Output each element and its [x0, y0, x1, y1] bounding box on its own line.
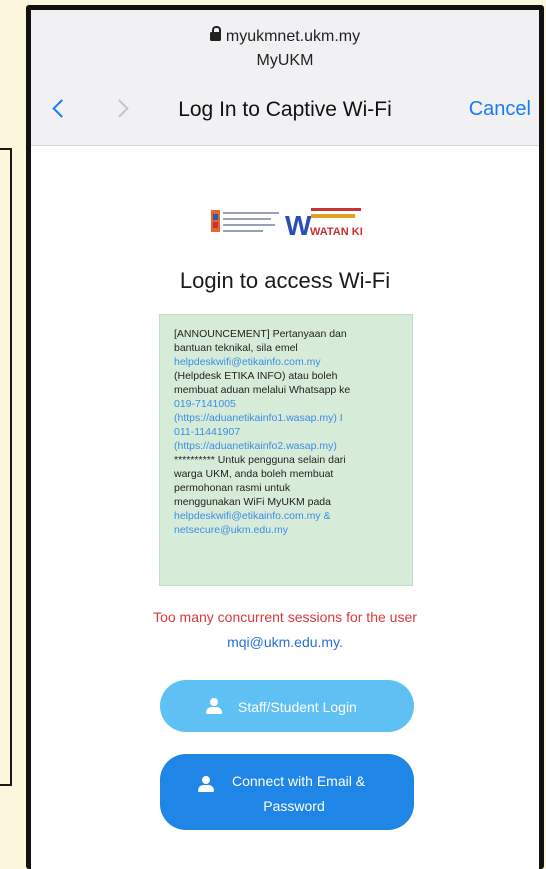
announcement-line: (Helpdesk ETIKA INFO) atau boleh	[174, 370, 338, 382]
nav-bar: Log In to Captive Wi-Fi Cancel	[31, 94, 539, 130]
announcement-line: [ANNOUNCEMENT] Pertanyaan dan	[174, 328, 347, 340]
ukm-logo	[211, 210, 279, 232]
svg-text:W: W	[285, 210, 312, 240]
user-icon	[206, 698, 222, 714]
announcement-line: ********** Untuk pengguna selain dari	[174, 454, 346, 466]
lock-icon	[209, 26, 221, 41]
whatsapp-url-link-2[interactable]: (https://aduanetikainfo2.wasap.my)	[174, 439, 402, 453]
whatsapp-url-link-1[interactable]: (https://aduanetikainfo1.wasap.my) I	[174, 411, 402, 425]
announcement-line: membuat aduan melalui Whatsapp ke	[174, 384, 351, 396]
staff-login-label: Staff/Student Login	[238, 699, 357, 715]
whatsapp-number-link-2[interactable]: 011-11441907	[174, 425, 402, 439]
error-message: Too many concurrent sessions for the use…	[153, 609, 417, 625]
staff-student-login-button[interactable]: Staff/Student Login	[160, 680, 414, 732]
helpdesk-email-link-2[interactable]: helpdeskwifi@etikainfo.com.my &	[174, 509, 402, 523]
page-title: Log In to Captive Wi-Fi	[178, 98, 392, 121]
background-frame	[0, 148, 12, 786]
phone-frame: myukmnet.ukm.my MyUKM Log In to Captive …	[26, 5, 544, 869]
watan-kita-logo: W WATAN KITA	[285, 208, 363, 240]
url-text: myukmnet.ukm.my	[225, 28, 361, 45]
netsecure-email-link[interactable]: netsecure@ukm.edu.my	[174, 523, 402, 537]
helpdesk-email-link[interactable]: helpdeskwifi@etikainfo.com.my	[174, 355, 402, 369]
browser-header: myukmnet.ukm.my MyUKM Log In to Captive …	[31, 10, 539, 146]
screen: myukmnet.ukm.my MyUKM Log In to Captive …	[31, 10, 539, 869]
captive-portal-content: W WATAN KITA Login to access Wi-Fi [ANNO…	[31, 146, 539, 869]
announcement-line: permohonan rasmi untuk	[174, 482, 291, 494]
user-icon	[198, 776, 214, 792]
svg-text:WATAN KITA: WATAN KITA	[310, 226, 363, 238]
announcement-box: [ANNOUNCEMENT] Pertanyaan dan bantuan te…	[159, 314, 413, 586]
announcement-line: warga UKM, anda boleh membuat	[174, 468, 334, 480]
announcement-line: menggunakan WiFi MyUKM pada	[174, 496, 331, 508]
logo-strip: W WATAN KITA	[211, 204, 363, 240]
error-user-email: mqi@ukm.edu.my.	[227, 634, 343, 650]
whatsapp-number-link-1[interactable]: 019-7141005	[174, 397, 402, 411]
email-login-label-line2: Password	[263, 798, 325, 814]
announcement-line: bantuan teknikal, sila emel	[174, 342, 298, 354]
connect-email-button[interactable]: Connect with Email & Password	[160, 754, 414, 830]
cancel-button[interactable]: Cancel	[469, 98, 531, 121]
email-login-label-line1: Connect with Email &	[232, 773, 366, 789]
site-name: MyUKM	[256, 52, 314, 69]
url-bar[interactable]: myukmnet.ukm.my	[31, 26, 539, 46]
login-heading: Login to access Wi-Fi	[179, 268, 391, 293]
